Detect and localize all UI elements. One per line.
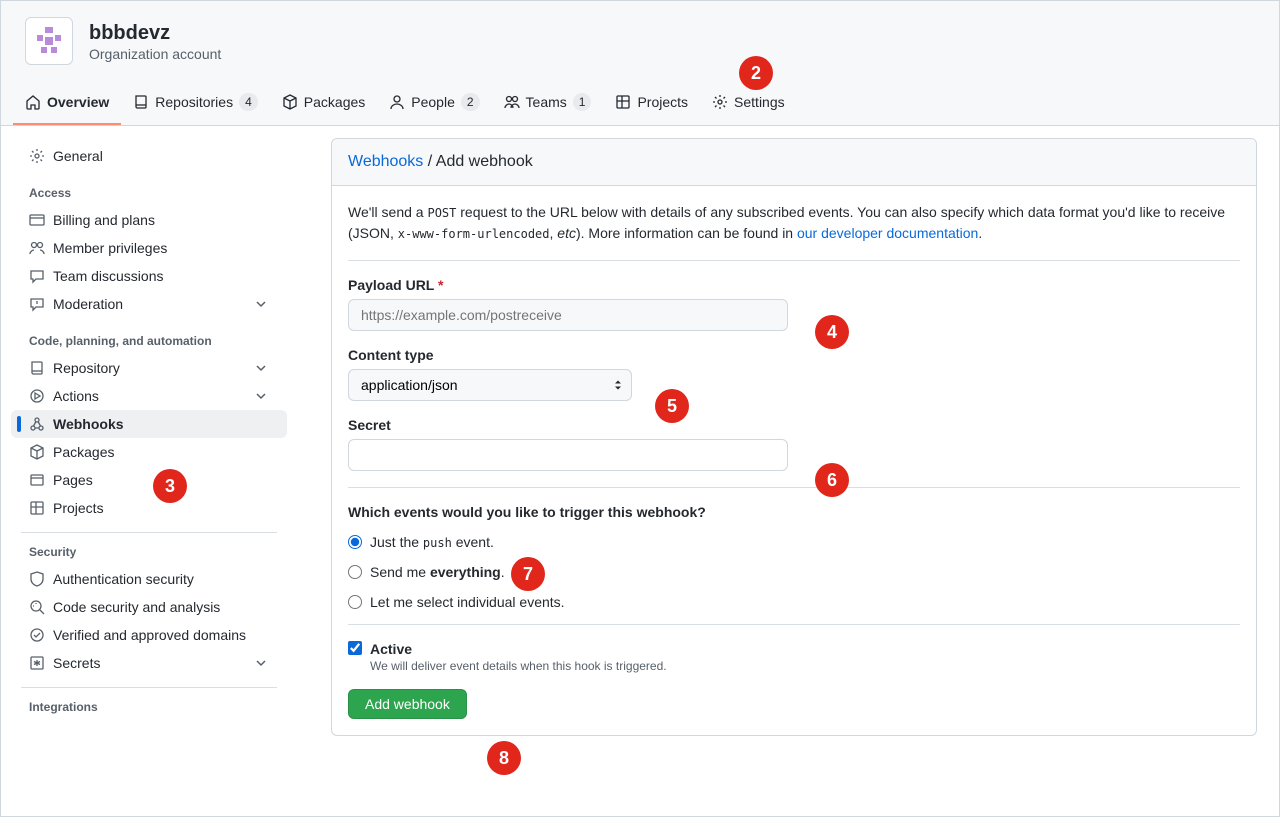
callout-7: 7 xyxy=(511,557,545,591)
sidebar-group-security: Security xyxy=(11,543,287,565)
org-name: bbbdevz xyxy=(89,21,221,46)
tab-settings[interactable]: Settings xyxy=(700,85,797,125)
people-icon xyxy=(29,240,45,256)
chevron-down-icon xyxy=(253,360,269,376)
breadcrumb-link-webhooks[interactable]: Webhooks xyxy=(348,153,423,170)
tab-repositories[interactable]: Repositories 4 xyxy=(121,85,270,125)
people-count-badge: 2 xyxy=(461,93,480,111)
sidebar-item-webhooks[interactable]: Webhooks xyxy=(11,410,287,438)
webhook-icon xyxy=(29,416,45,432)
event-option-push[interactable]: Just the push event. xyxy=(348,534,1240,550)
active-checkbox[interactable] xyxy=(348,641,362,655)
table-icon xyxy=(29,500,45,516)
tab-overview[interactable]: Overview xyxy=(13,85,121,125)
callout-5: 5 xyxy=(655,389,689,423)
callout-3: 3 xyxy=(153,469,187,503)
gear-icon xyxy=(29,148,45,164)
repo-icon xyxy=(133,94,149,110)
person-icon xyxy=(389,94,405,110)
teams-count-badge: 1 xyxy=(573,93,592,111)
sidebar-group-access: Access xyxy=(11,170,287,206)
breadcrumb: Webhooks / Add webhook xyxy=(332,139,1256,186)
sidebar-item-repository[interactable]: Repository xyxy=(11,354,287,382)
verified-icon xyxy=(29,627,45,643)
active-description: We will deliver event details when this … xyxy=(370,659,667,673)
sidebar-group-integrations: Integrations xyxy=(11,698,287,720)
payload-url-label: Payload URL * xyxy=(348,277,1240,293)
sidebar-item-billing[interactable]: Billing and plans xyxy=(11,206,287,234)
sidebar-item-team-discussions[interactable]: Team discussions xyxy=(11,262,287,290)
payload-url-input[interactable] xyxy=(348,299,788,331)
sidebar-item-moderation[interactable]: Moderation xyxy=(11,290,287,318)
content-type-label: Content type xyxy=(348,347,1240,363)
event-option-individual[interactable]: Let me select individual events. xyxy=(348,594,1240,610)
secret-input[interactable] xyxy=(348,439,788,471)
package-icon xyxy=(282,94,298,110)
content-type-select[interactable]: application/json xyxy=(348,369,632,401)
callout-4: 4 xyxy=(815,315,849,349)
report-icon xyxy=(29,296,45,312)
sidebar-item-auth-security[interactable]: Authentication security xyxy=(11,565,287,593)
tab-projects[interactable]: Projects xyxy=(603,85,700,125)
chevron-down-icon xyxy=(253,296,269,312)
chevron-down-icon xyxy=(253,655,269,671)
org-subtitle: Organization account xyxy=(89,46,221,62)
sidebar-item-member-privileges[interactable]: Member privileges xyxy=(11,234,287,262)
event-radio-individual[interactable] xyxy=(348,595,362,609)
sidebar-item-actions[interactable]: Actions xyxy=(11,382,287,410)
event-option-everything[interactable]: Send me everything. xyxy=(348,564,1240,580)
tab-people[interactable]: People 2 xyxy=(377,85,491,125)
webhook-card: Webhooks / Add webhook We'll send a POST… xyxy=(331,138,1257,736)
add-webhook-button[interactable]: Add webhook xyxy=(348,689,467,719)
breadcrumb-current: Add webhook xyxy=(436,153,533,170)
page-header: bbbdevz Organization account Overview Re… xyxy=(1,1,1279,126)
main-tabs: Overview Repositories 4 Packages People … xyxy=(1,85,1279,125)
comment-icon xyxy=(29,268,45,284)
sidebar-item-code-security[interactable]: Code security and analysis xyxy=(11,593,287,621)
tab-packages[interactable]: Packages xyxy=(270,85,377,125)
secret-label: Secret xyxy=(348,417,1240,433)
intro-text: We'll send a POST request to the URL bel… xyxy=(348,202,1240,261)
key-asterisk-icon xyxy=(29,655,45,671)
home-icon xyxy=(25,94,41,110)
org-avatar xyxy=(25,17,73,65)
repos-count-badge: 4 xyxy=(239,93,258,111)
package-icon xyxy=(29,444,45,460)
repo-icon xyxy=(29,360,45,376)
people-icon xyxy=(504,94,520,110)
tab-teams[interactable]: Teams 1 xyxy=(492,85,604,125)
event-radio-everything[interactable] xyxy=(348,565,362,579)
browser-icon xyxy=(29,472,45,488)
events-title: Which events would you like to trigger t… xyxy=(348,504,1240,520)
chevron-down-icon xyxy=(253,388,269,404)
sidebar-group-code: Code, planning, and automation xyxy=(11,318,287,354)
gear-icon xyxy=(712,94,728,110)
credit-card-icon xyxy=(29,212,45,228)
play-icon xyxy=(29,388,45,404)
codescan-icon xyxy=(29,599,45,615)
developer-docs-link[interactable]: our developer documentation xyxy=(797,225,978,241)
callout-2: 2 xyxy=(739,56,773,90)
sidebar-item-projects[interactable]: Projects xyxy=(11,494,287,522)
shield-icon xyxy=(29,571,45,587)
active-label: Active xyxy=(370,641,667,657)
event-radio-push[interactable] xyxy=(348,535,362,549)
settings-sidebar: General Access Billing and plans Member … xyxy=(1,126,297,736)
sidebar-item-verified-domains[interactable]: Verified and approved domains xyxy=(11,621,287,649)
callout-8: 8 xyxy=(487,741,521,775)
sidebar-item-secrets[interactable]: Secrets xyxy=(11,649,287,677)
callout-6: 6 xyxy=(815,463,849,497)
table-icon xyxy=(615,94,631,110)
sidebar-item-packages[interactable]: Packages xyxy=(11,438,287,466)
sidebar-item-pages[interactable]: Pages xyxy=(11,466,287,494)
sidebar-item-general[interactable]: General xyxy=(11,142,287,170)
